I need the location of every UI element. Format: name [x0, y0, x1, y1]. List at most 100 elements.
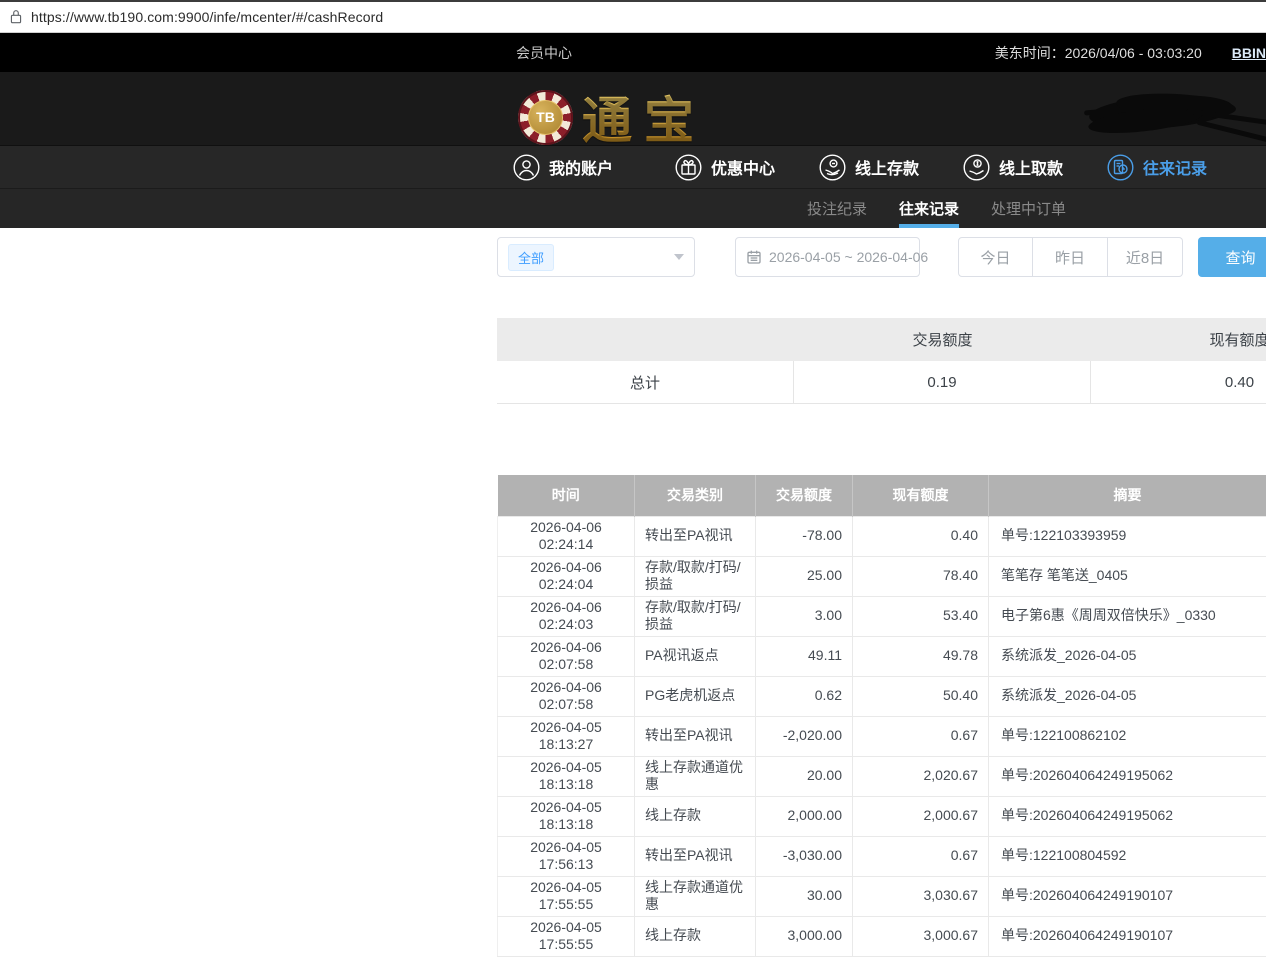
table-cell: 49.11: [756, 636, 853, 676]
table-cell: 25.00: [756, 556, 853, 596]
table-cell: 转出至PA视讯: [635, 836, 756, 876]
summary-header-transaction: 交易额度: [794, 318, 1091, 361]
table-cell: 2026-04-05 18:13:18: [498, 756, 635, 796]
summary-table: 交易额度 现有额度 总计 0.19 0.40: [497, 318, 1266, 404]
logo-bar: TB 通宝: [0, 72, 1266, 145]
table-cell: 3,000.67: [853, 916, 989, 956]
table-cell: 存款/取款/打码/损益: [635, 596, 756, 636]
redaction-scribble: [1066, 84, 1266, 144]
table-cell: 单号:202604064249195062: [989, 756, 1266, 796]
browser-address-bar[interactable]: https://www.tb190.com:9900/infe/mcenter/…: [0, 0, 1266, 33]
table-row: 2026-04-06 02:24:14转出至PA视讯-78.000.40单号:1…: [498, 516, 1266, 556]
table-row: 2026-04-05 17:56:13转出至PA视讯-3,030.000.67单…: [498, 836, 1266, 876]
table-cell: 2026-04-06 02:24:04: [498, 556, 635, 596]
table-cell: 30.00: [756, 876, 853, 916]
table-cell: 3.00: [756, 596, 853, 636]
table-cell: 2,000.67: [853, 796, 989, 836]
table-cell: PG老虎机返点: [635, 676, 756, 716]
table-cell: -78.00: [756, 516, 853, 556]
summary-header-balance: 现有额度: [1091, 318, 1266, 361]
nav-label: 往来记录: [1143, 155, 1207, 179]
table-cell: PA视讯返点: [635, 636, 756, 676]
nav-item-cash-record[interactable]: 往来记录: [1107, 154, 1207, 181]
tab-processing-orders[interactable]: 处理中订单: [991, 189, 1066, 228]
nav-label: 线上取款: [999, 155, 1063, 179]
table-cell: 单号:122103393959: [989, 516, 1266, 556]
table-cell: 3,030.67: [853, 876, 989, 916]
summary-header-row: 交易额度 现有额度: [497, 318, 1266, 361]
table-cell: -3,030.00: [756, 836, 853, 876]
selected-category-tag[interactable]: 全部: [508, 244, 554, 271]
table-row: 2026-04-06 02:07:58PG老虎机返点0.6250.40系统派发_…: [498, 676, 1266, 716]
search-button[interactable]: 查询: [1198, 237, 1266, 277]
nav-item-online-deposit[interactable]: 线上存款: [819, 154, 919, 181]
nav-item-online-withdraw[interactable]: 线上取款: [963, 154, 1063, 181]
table-cell: 0.62: [756, 676, 853, 716]
summary-total-row: 总计 0.19 0.40: [497, 361, 1266, 404]
site-logo[interactable]: TB 通宝: [518, 81, 706, 153]
header-time: 时间: [498, 475, 635, 516]
brand-name: 通宝: [582, 81, 706, 153]
top-info-bar: 会员中心 美东时间：2026/04/06 - 03:03:20 BBIN资: [0, 33, 1266, 72]
table-cell: 转出至PA视讯: [635, 716, 756, 756]
bbin-link[interactable]: BBIN资: [1232, 43, 1266, 63]
header-amount: 交易额度: [756, 475, 853, 516]
table-cell: 2026-04-05 18:13:27: [498, 716, 635, 756]
chevron-down-icon: [674, 254, 684, 260]
header-type: 交易类别: [635, 475, 756, 516]
today-button[interactable]: 今日: [958, 237, 1033, 277]
table-cell: 转出至PA视讯: [635, 516, 756, 556]
table-cell: 单号:202604064249190107: [989, 916, 1266, 956]
table-cell: 线上存款: [635, 916, 756, 956]
content-area: 全部 2026-04-05 ~ 2026-04-06 今日 昨日 近8日 查询 …: [0, 228, 1266, 950]
table-row: 2026-04-05 18:13:18线上存款2,000.002,000.67单…: [498, 796, 1266, 836]
url-text[interactable]: https://www.tb190.com:9900/infe/mcenter/…: [31, 9, 383, 25]
gift-icon: [675, 154, 702, 181]
table-cell: 2026-04-05 17:55:55: [498, 876, 635, 916]
summary-balance-total: 0.40: [1091, 361, 1266, 403]
table-cell: 线上存款: [635, 796, 756, 836]
nav-label: 我的账户: [549, 155, 613, 179]
table-cell: 0.67: [853, 716, 989, 756]
table-cell: 0.40: [853, 516, 989, 556]
table-cell: 单号:202604064249195062: [989, 796, 1266, 836]
nav-item-promotions[interactable]: 优惠中心: [675, 154, 775, 181]
table-cell: 2026-04-06 02:24:03: [498, 596, 635, 636]
nav-item-my-account[interactable]: 我的账户: [513, 154, 613, 181]
main-nav: 我的账户 优惠中心 线上存款 线上取款 往来记录: [0, 145, 1266, 188]
table-cell: 2026-04-05 18:13:18: [498, 796, 635, 836]
chip-tb-label: TB: [528, 100, 563, 135]
table-row: 2026-04-06 02:24:04存款/取款/打码/损益25.0078.40…: [498, 556, 1266, 596]
table-row: 2026-04-06 02:24:03存款/取款/打码/损益3.0053.40电…: [498, 596, 1266, 636]
table-cell: 单号:122100862102: [989, 716, 1266, 756]
table-row: 2026-04-05 17:55:55线上存款通道优惠30.003,030.67…: [498, 876, 1266, 916]
table-cell: 线上存款通道优惠: [635, 756, 756, 796]
nav-label: 线上存款: [855, 155, 919, 179]
table-cell: 系统派发_2026-04-05: [989, 636, 1266, 676]
tab-betting-records[interactable]: 投注纪录: [807, 189, 867, 228]
poker-chip-icon: TB: [518, 90, 573, 145]
sub-nav: 投注纪录 往来记录 处理中订单: [0, 188, 1266, 228]
table-cell: 49.78: [853, 636, 989, 676]
summary-total-label: 总计: [497, 361, 794, 403]
yesterday-button[interactable]: 昨日: [1033, 237, 1108, 277]
tab-cash-records[interactable]: 往来记录: [899, 189, 959, 228]
table-cell: 53.40: [853, 596, 989, 636]
user-icon: [513, 154, 540, 181]
table-cell: 存款/取款/打码/损益: [635, 556, 756, 596]
table-cell: 2,020.67: [853, 756, 989, 796]
table-row: 2026-04-05 18:13:18线上存款通道优惠20.002,020.67…: [498, 756, 1266, 796]
header-balance: 现有额度: [853, 475, 989, 516]
table-cell: 单号:202604064249190107: [989, 876, 1266, 916]
deposit-icon: [819, 154, 846, 181]
table-cell: 2026-04-06 02:24:14: [498, 516, 635, 556]
quick-date-buttons: 今日 昨日 近8日: [958, 237, 1183, 277]
summary-header-empty: [497, 318, 794, 361]
table-cell: 笔笔存 笔笔送_0405: [989, 556, 1266, 596]
table-cell: 2026-04-06 02:07:58: [498, 676, 635, 716]
table-cell: 线上存款通道优惠: [635, 876, 756, 916]
last8days-button[interactable]: 近8日: [1108, 237, 1183, 277]
transactions-body: 2026-04-06 02:24:14转出至PA视讯-78.000.40单号:1…: [498, 516, 1266, 956]
date-range-input[interactable]: 2026-04-05 ~ 2026-04-06: [735, 237, 920, 277]
category-select[interactable]: 全部: [497, 237, 695, 277]
